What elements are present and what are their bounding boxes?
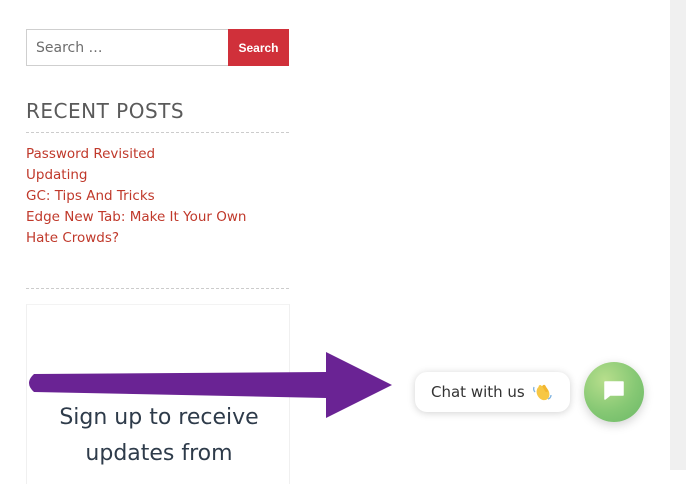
page-scrollbar[interactable]	[670, 0, 686, 470]
chat-with-us-bubble[interactable]: Chat with us	[415, 372, 570, 412]
recent-post-link[interactable]: Password Revisited	[26, 146, 155, 162]
list-item: Updating	[26, 166, 246, 187]
waving-hand-icon	[531, 381, 553, 403]
recent-posts-list: Password Revisited Updating GC: Tips And…	[26, 145, 246, 250]
chat-message-icon	[602, 378, 626, 407]
list-item: Edge New Tab: Make It Your Own	[26, 208, 246, 229]
chat-label: Chat with us	[431, 383, 525, 401]
section-divider	[26, 132, 289, 133]
list-item: Password Revisited	[26, 145, 246, 166]
signup-widget: Sign up to receive updates from	[26, 304, 290, 484]
search-button[interactable]: Search	[228, 29, 289, 66]
recent-post-link[interactable]: Updating	[26, 167, 87, 183]
list-item: Hate Crowds?	[26, 229, 246, 250]
list-item: GC: Tips And Tricks	[26, 187, 246, 208]
recent-post-link[interactable]: GC: Tips And Tricks	[26, 188, 155, 204]
search-input[interactable]	[26, 29, 228, 66]
search-form: Search	[26, 29, 289, 66]
section-divider	[26, 288, 289, 289]
signup-line-2: updates from	[85, 441, 233, 466]
recent-post-link[interactable]: Edge New Tab: Make It Your Own	[26, 209, 246, 225]
signup-line-1: Sign up to receive	[59, 405, 259, 430]
chat-launcher-button[interactable]	[584, 362, 644, 422]
signup-text: Sign up to receive updates from	[27, 400, 291, 472]
recent-posts-title: RECENT POSTS	[26, 99, 185, 123]
recent-post-link[interactable]: Hate Crowds?	[26, 230, 119, 246]
